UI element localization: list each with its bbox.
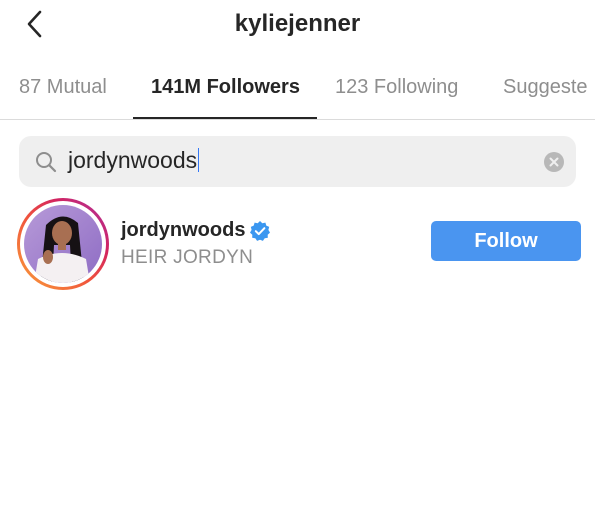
clear-icon bbox=[549, 157, 559, 167]
follow-button[interactable]: Follow bbox=[431, 221, 581, 261]
clear-search-button[interactable] bbox=[544, 152, 564, 172]
search-bar[interactable]: jordynwoods bbox=[19, 136, 576, 187]
search-input[interactable]: jordynwoods bbox=[68, 147, 200, 174]
tab-following[interactable]: 123 Following bbox=[335, 76, 458, 99]
search-input-value: jordynwoods bbox=[68, 147, 198, 173]
page-title: kyliejenner bbox=[234, 10, 361, 37]
divider bbox=[0, 119, 595, 120]
header: kyliejenner bbox=[0, 0, 595, 56]
username[interactable]: jordynwoods bbox=[121, 219, 245, 242]
avatar bbox=[24, 205, 102, 283]
list-item[interactable]: jordynwoods HEIR JORDYN Follow bbox=[0, 195, 595, 295]
verified-badge-icon bbox=[250, 221, 270, 241]
text-caret bbox=[198, 148, 200, 172]
tab-suggested[interactable]: Suggeste bbox=[503, 76, 588, 99]
search-icon bbox=[36, 152, 57, 173]
tab-mutual[interactable]: 87 Mutual bbox=[19, 76, 107, 99]
full-name: HEIR JORDYN bbox=[121, 247, 254, 268]
tab-followers[interactable]: 141M Followers bbox=[151, 76, 300, 99]
profile-photo bbox=[24, 205, 102, 283]
tab-bar: 87 Mutual 141M Followers 123 Following S… bbox=[0, 64, 595, 120]
story-ring[interactable] bbox=[17, 198, 109, 290]
